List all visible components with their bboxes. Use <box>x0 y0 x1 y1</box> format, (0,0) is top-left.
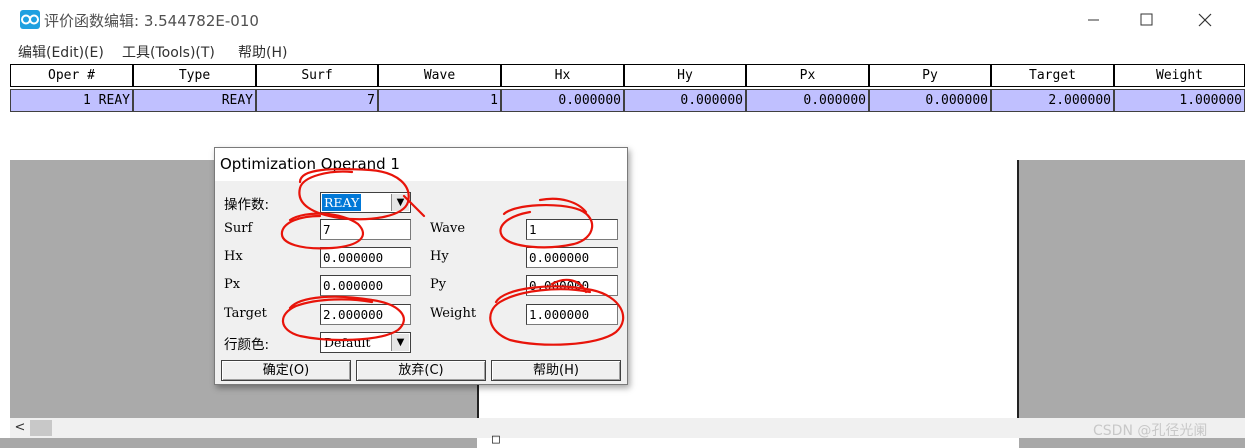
merit-function-table: Oper # Type Surf Wave Hx Hy Px Py Target… <box>10 64 1245 112</box>
menu-tools[interactable]: 工具(Tools)(T) <box>122 42 215 62</box>
table-cell-py[interactable]: 0.000000 <box>869 89 991 112</box>
scroll-thumb[interactable] <box>30 420 52 436</box>
scroll-left-arrow-icon[interactable]: < <box>10 418 30 438</box>
px-label: Px <box>224 277 241 292</box>
cancel-button[interactable]: 放弃(C) <box>356 360 486 381</box>
app-logo-icon <box>20 10 40 29</box>
wave-field[interactable]: 1 <box>526 219 618 240</box>
hx-label: Hx <box>224 249 243 264</box>
wave-label: Wave <box>430 221 466 236</box>
table-cell-target[interactable]: 2.000000 <box>991 89 1114 112</box>
window-left-edge <box>0 160 10 418</box>
py-field[interactable]: 0.000000 <box>526 275 618 296</box>
column-header-surf[interactable]: Surf <box>256 64 378 87</box>
table-cell-type[interactable]: REAY <box>133 89 256 112</box>
dialog-titlebar[interactable]: Optimization Operand 1 <box>215 148 627 181</box>
column-header-px[interactable]: Px <box>746 64 869 87</box>
chevron-down-icon[interactable]: ▼ <box>391 194 409 211</box>
surf-field[interactable]: 7 <box>320 219 411 240</box>
px-field[interactable]: 0.000000 <box>320 275 411 296</box>
menu-edit[interactable]: 编辑(Edit)(E) <box>18 42 104 62</box>
table-cell-hy[interactable]: 0.000000 <box>624 89 746 112</box>
maximize-button[interactable] <box>1123 6 1169 34</box>
row-color-select[interactable]: Default ▼ <box>320 332 411 353</box>
weight-label: Weight <box>430 306 477 321</box>
row-color-label: 行颜色: <box>224 337 270 353</box>
column-header-target[interactable]: Target <box>991 64 1114 87</box>
column-header-hy[interactable]: Hy <box>624 64 746 87</box>
target-field[interactable]: 2.000000 <box>320 304 411 325</box>
close-button[interactable] <box>1182 6 1228 34</box>
dialog-title: Optimization Operand 1 <box>220 155 400 173</box>
column-header-hx[interactable]: Hx <box>501 64 624 87</box>
operand-select-value: REAY <box>322 194 362 211</box>
row-color-select-value: Default <box>324 335 371 350</box>
background-glyph: □ <box>492 432 500 447</box>
operand-label: 操作数: <box>224 197 270 213</box>
chevron-down-icon[interactable]: ▼ <box>391 334 409 351</box>
help-button[interactable]: 帮助(H) <box>491 360 621 381</box>
weight-field[interactable]: 1.000000 <box>526 304 618 325</box>
table-cell-hx[interactable]: 0.000000 <box>501 89 624 112</box>
column-header-py[interactable]: Py <box>869 64 991 87</box>
table-cell-surf[interactable]: 7 <box>256 89 378 112</box>
menu-bar: 编辑(Edit)(E) 工具(Tools)(T) 帮助(H) <box>0 40 1245 62</box>
hy-field[interactable]: 0.000000 <box>526 247 618 268</box>
target-label: Target <box>224 306 267 321</box>
column-header-type[interactable]: Type <box>133 64 256 87</box>
menu-help[interactable]: 帮助(H) <box>238 42 287 62</box>
table-cell-weight[interactable]: 1.000000 <box>1114 89 1245 112</box>
window-title: 评价函数编辑: 3.544782E-010 <box>44 12 259 30</box>
table-cell-wave[interactable]: 1 <box>378 89 501 112</box>
table-cell-px[interactable]: 0.000000 <box>746 89 869 112</box>
hx-field[interactable]: 0.000000 <box>320 247 411 268</box>
py-label: Py <box>430 277 447 292</box>
horizontal-scrollbar[interactable]: < <box>10 418 1245 438</box>
column-header-wave[interactable]: Wave <box>378 64 501 87</box>
hy-label: Hy <box>430 249 449 264</box>
column-header-oper[interactable]: Oper # <box>10 64 133 87</box>
watermark: CSDN @孔径光阑 <box>1093 423 1208 439</box>
surf-label: Surf <box>224 221 253 236</box>
operand-select[interactable]: REAY ▼ <box>320 192 411 213</box>
table-cell-oper[interactable]: 1 REAY <box>10 89 133 112</box>
ok-button[interactable]: 确定(O) <box>221 360 351 381</box>
minimize-button[interactable] <box>1070 6 1116 34</box>
window-titlebar: 评价函数编辑: 3.544782E-010 <box>0 0 1245 38</box>
column-header-weight[interactable]: Weight <box>1114 64 1245 87</box>
optimization-operand-dialog: Optimization Operand 1 操作数: REAY ▼ Surf … <box>214 147 628 385</box>
background-document-bottom <box>477 438 1019 448</box>
